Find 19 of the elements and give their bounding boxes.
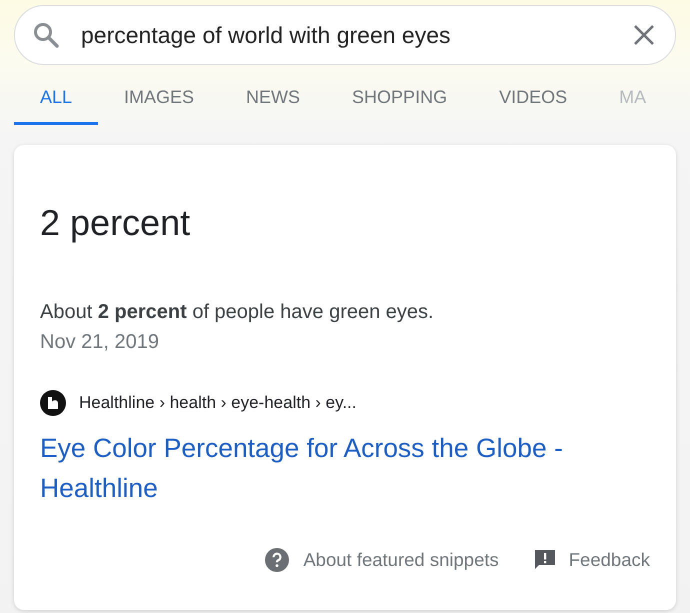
tab[interactable]: SHOPPING <box>326 77 474 125</box>
close-icon[interactable] <box>633 24 655 46</box>
answer-text: 2 percent <box>40 201 192 245</box>
feedback-button[interactable]: Feedback <box>568 549 650 571</box>
help-icon <box>265 548 290 572</box>
snippet-text: About 2 percent of people have green eyes. <box>40 300 435 325</box>
tab[interactable]: IMAGES <box>98 77 220 125</box>
tab[interactable]: VIDEOS <box>473 77 594 125</box>
snippet-date: Nov 21, 2019 <box>40 330 160 355</box>
search-bar[interactable]: percentage of world with green eyes <box>14 5 676 65</box>
tab[interactable]: ALL <box>14 77 98 125</box>
result-link[interactable]: Eye Color Percentage for Across the Globe - Healthline <box>40 428 650 508</box>
breadcrumb-text: Healthline › health › eye-health › ey... <box>79 393 356 413</box>
search-icon <box>33 22 59 48</box>
about-snippets-link[interactable]: About featured snippets <box>303 549 499 571</box>
search-field[interactable]: percentage of world with green eyes <box>81 22 633 48</box>
tab[interactable]: NEWS <box>220 77 326 125</box>
feedback-icon <box>534 550 555 570</box>
site-logo-icon <box>40 390 66 416</box>
